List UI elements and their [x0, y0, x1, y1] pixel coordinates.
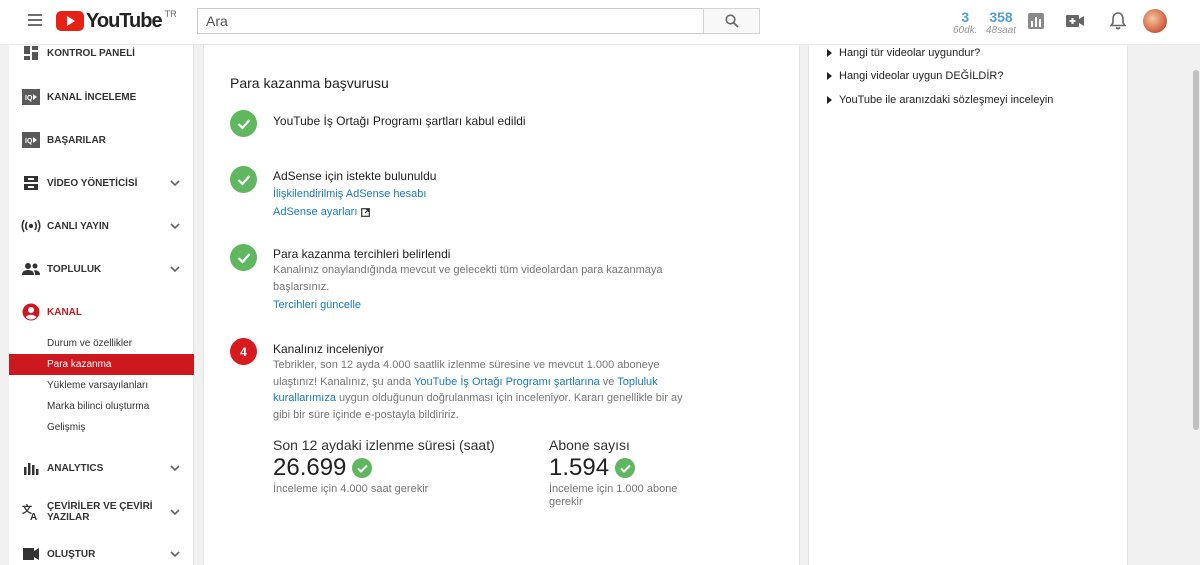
sidebar-item-create[interactable]: OLUŞTUR — [9, 539, 194, 565]
svg-text:A: A — [30, 512, 37, 521]
create-icon — [21, 544, 41, 564]
sidebar-item-video-manager[interactable]: VİDEO YÖNETİCİSİ — [9, 168, 194, 198]
sidebar-subitem-monetization[interactable]: Para kazanma — [9, 354, 194, 375]
sidebar-item-achievements[interactable]: IQ BAŞARILAR — [9, 125, 194, 155]
page-title: Para kazanma başvurusu — [230, 75, 389, 91]
linked-adsense-account-link[interactable]: İlişkilendirilmiş AdSense hesabı — [273, 186, 426, 202]
sidebar-subitem-branding[interactable]: Marka bilinci oluşturma — [9, 396, 194, 417]
step-description: Tebrikler, son 12 ayda 4.000 saatlik izl… — [273, 359, 683, 421]
logo-text: YouTube — [86, 10, 163, 32]
subscriber-count-value: 1.594 — [549, 454, 610, 481]
step-heading: YouTube İş Ortağı Programı şartları kabu… — [273, 114, 526, 128]
scrollbar-thumb[interactable] — [1193, 70, 1199, 430]
chevron-down-icon — [170, 465, 180, 472]
sidebar-item-channel-review[interactable]: IQ KANAL İNCELEME — [9, 82, 194, 112]
community-icon — [21, 259, 41, 279]
caret-right-icon — [827, 96, 832, 104]
ypp-terms-link[interactable]: YouTube İş Ortağı Programı şartlarına — [414, 376, 600, 388]
stat-views-60min[interactable]: 3 60dk. — [953, 9, 977, 37]
notification-bell-icon[interactable] — [1108, 11, 1128, 31]
chevron-down-icon — [170, 223, 180, 230]
page-scrollbar[interactable] — [1192, 45, 1200, 565]
check-icon — [230, 110, 257, 137]
adsense-settings-link[interactable]: AdSense ayarları — [273, 204, 371, 220]
video-manager-icon — [21, 173, 41, 193]
achievements-icon: IQ — [21, 130, 41, 150]
watch-time-value: 26.699 — [273, 454, 347, 481]
sidebar-item-community[interactable]: TOPLULUK — [9, 254, 194, 284]
step-number-badge: 4 — [230, 338, 257, 365]
step-description: Kanalınız onaylandığında mevcut ve gelec… — [273, 264, 663, 293]
faq-item-review-contract[interactable]: YouTube ile aranızdaki sözleşmeyi incele… — [827, 94, 1053, 106]
search-input[interactable] — [197, 8, 703, 34]
dashboard-icon — [21, 43, 41, 63]
sidebar-item-live[interactable]: CANLI YAYIN — [9, 211, 194, 241]
step-heading: AdSense için istekte bulunuldu — [273, 169, 437, 183]
update-preferences-link[interactable]: Tercihleri güncelle — [273, 297, 361, 313]
youtube-play-icon — [56, 11, 84, 31]
translate-icon: 文A — [21, 502, 41, 522]
faq-item-eligible-videos[interactable]: Hangi tür videolar uygundur? — [827, 47, 980, 59]
caret-right-icon — [827, 72, 832, 80]
caret-right-icon — [827, 49, 832, 57]
youtube-logo[interactable]: YouTube TR — [56, 9, 177, 33]
metric-subscribers: Abone sayısı 1.594 İnceleme için 1.000 a… — [549, 437, 678, 508]
chevron-down-icon — [170, 551, 180, 558]
chevron-down-icon — [170, 509, 180, 516]
check-icon — [352, 458, 373, 478]
metric-watch-time: Son 12 aydaki izlenme süresi (saat) 26.6… — [273, 437, 495, 495]
sidebar-item-channel[interactable]: KANAL — [9, 297, 194, 327]
sidebar-item-translations[interactable]: 文A ÇEVİRİLER VE ÇEVİRİ YAZILAR — [9, 497, 194, 527]
main-panel: Para kazanma başvurusu YouTube İş Ortağı… — [203, 45, 800, 565]
svg-text:IQ: IQ — [25, 95, 33, 102]
sidebar-subitem-status[interactable]: Durum ve özellikler — [9, 333, 194, 354]
upload-video-icon[interactable] — [1065, 11, 1085, 31]
svg-text:IQ: IQ — [25, 138, 33, 145]
search-bar — [197, 8, 760, 34]
chevron-down-icon — [170, 180, 180, 187]
external-link-icon — [361, 207, 371, 217]
live-icon — [21, 216, 41, 236]
check-icon — [230, 244, 257, 271]
help-panel: Hangi tür videolar uygundur? Hangi video… — [808, 45, 1128, 565]
step-heading: Para kazanma tercihleri belirlendi — [273, 247, 451, 261]
region-label: TR — [164, 9, 177, 19]
sidebar: KONTROL PANELİ IQ KANAL İNCELEME IQ BAŞA… — [9, 45, 194, 565]
stat-views-48h[interactable]: 358 48saat — [986, 9, 1016, 37]
analytics-icon — [21, 458, 41, 478]
step-heading: Kanalınız inceleniyor — [273, 342, 384, 356]
check-icon — [615, 458, 636, 478]
channel-review-icon: IQ — [21, 87, 41, 107]
check-icon — [230, 166, 257, 193]
avatar[interactable] — [1143, 9, 1167, 33]
faq-item-ineligible-videos[interactable]: Hangi videolar uygun DEĞİLDİR? — [827, 70, 1003, 82]
menu-icon[interactable] — [28, 14, 42, 26]
sidebar-subitem-upload-defaults[interactable]: Yükleme varsayılanları — [9, 375, 194, 396]
search-button[interactable] — [703, 8, 760, 34]
sidebar-item-analytics[interactable]: ANALYTICS — [9, 453, 194, 483]
search-icon — [724, 14, 739, 28]
channel-icon — [21, 302, 41, 322]
sidebar-item-dashboard[interactable]: KONTROL PANELİ — [9, 38, 194, 68]
chevron-down-icon — [170, 266, 180, 273]
analytics-icon[interactable] — [1026, 11, 1046, 31]
sidebar-subitem-advanced[interactable]: Gelişmiş — [9, 417, 194, 438]
